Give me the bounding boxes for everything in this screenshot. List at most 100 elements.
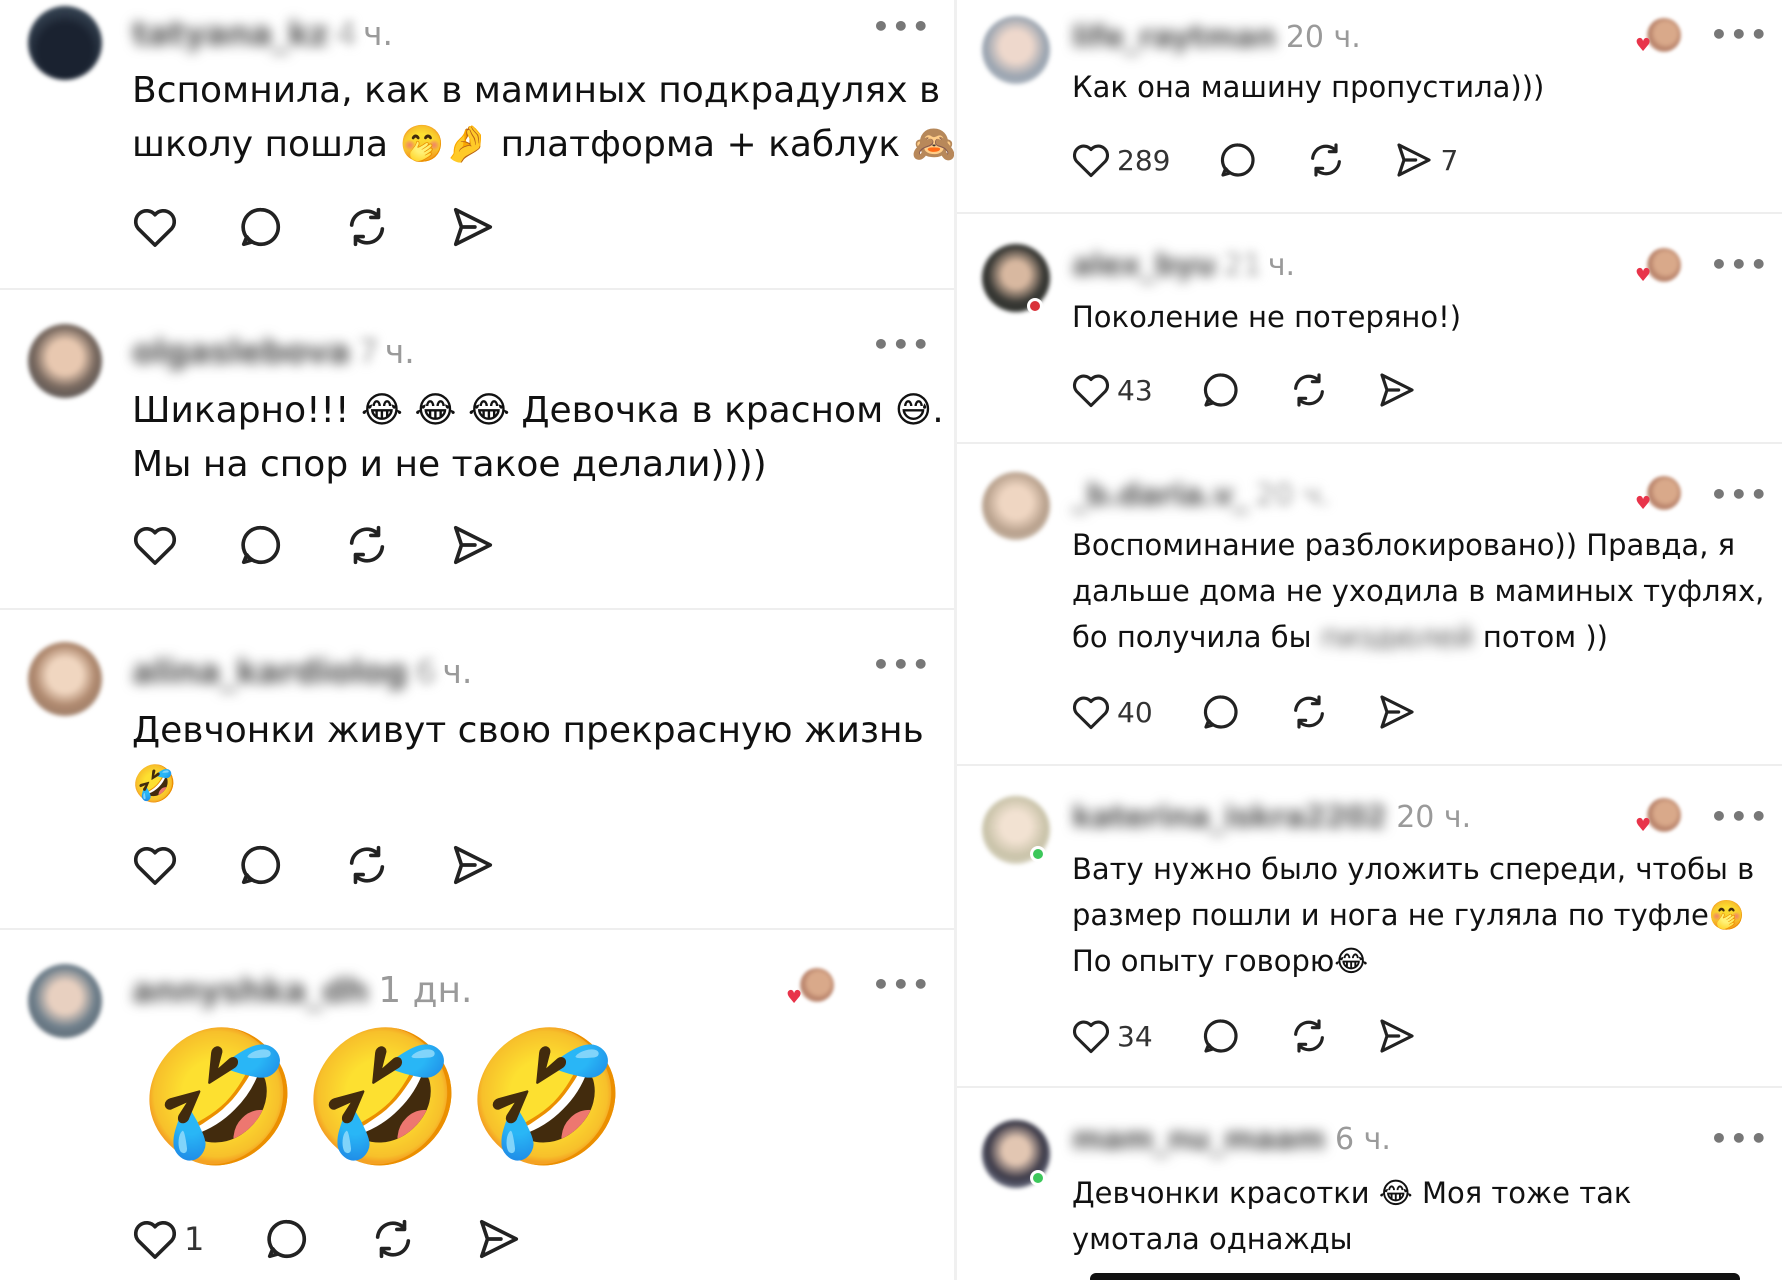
username[interactable]: alina_kardiolog [132, 652, 408, 691]
timestamp: ч. [363, 14, 394, 53]
more-icon[interactable]: ••• [872, 328, 932, 361]
timestamp: 20 ч. [1285, 20, 1361, 55]
action-bar: 1 [132, 1216, 522, 1262]
more-icon[interactable]: ••• [872, 648, 932, 681]
post-meta: olgaslebova 7 ч. [132, 332, 415, 371]
more-icon[interactable]: ••• [872, 10, 932, 43]
more-icon[interactable]: ••• [1710, 1122, 1770, 1155]
username[interactable]: olgaslebova [132, 332, 350, 371]
heart-icon: ♥ [1635, 35, 1652, 56]
action-bar: 40 [1071, 692, 1417, 732]
comment-line: По опыту говорю😂 [1072, 944, 1369, 978]
avatar[interactable] [982, 472, 1050, 540]
comment-line: Девчонки живут свою прекрасную жизнь [132, 710, 924, 751]
comment-icon[interactable] [238, 204, 284, 250]
comment-line-text: бо получила бы [1072, 620, 1312, 654]
username[interactable]: annyshka_dh [132, 971, 369, 1010]
like-count: 1 [184, 1220, 205, 1258]
time-value: 4 [336, 14, 358, 53]
comment-icon[interactable] [1201, 1016, 1241, 1056]
username[interactable]: mam_nu_maam [1072, 1122, 1326, 1157]
comment-line: Вспомнила, как в маминых подкрадулях в [132, 70, 941, 111]
avatar[interactable] [28, 964, 102, 1038]
like-count: 289 [1117, 143, 1171, 177]
comment-icon[interactable] [238, 842, 284, 888]
post-meta: katerina_iskra2202 20 ч. [1072, 800, 1471, 835]
post-meta: alex_byu 21 ч. [1072, 248, 1295, 283]
heart-icon [1072, 1020, 1110, 1054]
send-icon[interactable] [1377, 692, 1417, 732]
send-icon[interactable] [1377, 1016, 1417, 1056]
status-dot [1027, 298, 1043, 314]
left-column: tatyana_kz 4 ч. ••• Вспомнила, как в мам… [0, 0, 954, 1280]
heart-icon[interactable] [132, 206, 178, 248]
comment-post: _b.daria.v_ 20 ч. ♥ ••• Воспоминание раз… [957, 444, 1782, 766]
send-icon [1397, 143, 1432, 177]
like-button[interactable]: 43 [1071, 372, 1153, 408]
more-icon[interactable]: ••• [1710, 18, 1770, 51]
heart-icon[interactable] [132, 524, 178, 566]
repost-icon[interactable] [344, 204, 390, 250]
emoji: 🤣 [138, 1021, 300, 1173]
more-icon[interactable]: ••• [1710, 800, 1770, 833]
comment-post: tatyana_kz 4 ч. ••• Вспомнила, как в мам… [0, 0, 954, 290]
liked-by-avatar [800, 968, 834, 1002]
repost-icon[interactable] [344, 522, 390, 568]
avatar[interactable] [28, 642, 102, 716]
emoji: 🤣 [302, 1021, 464, 1173]
avatar[interactable] [982, 16, 1050, 84]
username[interactable]: life_raytman [1072, 20, 1276, 55]
comment-icon[interactable] [1201, 692, 1241, 732]
repost-icon[interactable] [1289, 1016, 1329, 1056]
timestamp: 20 ч. [1255, 478, 1331, 513]
send-icon[interactable] [476, 1216, 522, 1262]
comment-text: Шикарно!!! 😂 😂 😂 Девочка в красном 😅. Мы… [132, 384, 944, 492]
send-icon[interactable] [450, 204, 496, 250]
comment-text: Вспомнила, как в маминых подкрадулях в ш… [132, 64, 954, 172]
repost-icon[interactable] [1289, 370, 1329, 410]
more-icon[interactable]: ••• [872, 968, 932, 1001]
timestamp: 6 ч. [1335, 1122, 1391, 1157]
comment-icon[interactable] [264, 1216, 310, 1262]
like-button[interactable]: 289 [1071, 142, 1170, 178]
username[interactable]: _b.daria.v_ [1072, 478, 1248, 513]
share-button[interactable]: 7 [1394, 140, 1458, 180]
heart-icon[interactable] [132, 844, 178, 886]
send-icon[interactable] [450, 522, 496, 568]
avatar[interactable] [28, 6, 102, 80]
post-meta: tatyana_kz 4 ч. [132, 14, 393, 53]
censored-word: пиздюлей [1320, 620, 1474, 654]
send-icon[interactable] [1377, 370, 1417, 410]
comment-line: Как она машину пропустила))) [1072, 70, 1545, 104]
like-button[interactable]: 40 [1071, 694, 1153, 730]
comment-icon[interactable] [238, 522, 284, 568]
comment-line: Поколение не потеряно!) [1072, 300, 1462, 334]
comment-text: Девчонки красотки 😂 Моя тоже так умотала… [1072, 1170, 1631, 1262]
heart-icon: ♥ [786, 987, 803, 1008]
more-icon[interactable]: ••• [1710, 248, 1770, 281]
comment-text: Как она машину пропустила))) [1072, 64, 1544, 110]
heart-icon [1072, 374, 1110, 408]
like-button[interactable]: 1 [132, 1218, 204, 1260]
username[interactable]: katerina_iskra2202 [1072, 800, 1387, 835]
comment-post: alina_kardiolog 6 ч. ••• Девчонки живут … [0, 610, 954, 930]
username[interactable]: tatyana_kz [132, 14, 329, 53]
comment-icon[interactable] [1201, 370, 1241, 410]
avatar[interactable] [28, 324, 102, 398]
post-meta: annyshka_dh 1 дн. [132, 970, 472, 1011]
comment-icon[interactable] [1218, 140, 1258, 180]
more-icon[interactable]: ••• [1710, 478, 1770, 511]
action-bar: 34 [1071, 1016, 1417, 1056]
repost-icon[interactable] [1289, 692, 1329, 732]
repost-icon[interactable] [344, 842, 390, 888]
username[interactable]: alex_byu [1072, 248, 1216, 283]
like-count: 40 [1117, 695, 1153, 729]
comment-text: Девчонки живут свою прекрасную жизнь 🤣 [132, 704, 924, 812]
like-button[interactable]: 34 [1071, 1018, 1153, 1054]
action-bar [132, 842, 496, 888]
repost-icon[interactable] [1306, 140, 1346, 180]
send-icon[interactable] [450, 842, 496, 888]
emoji: 🤣 [466, 1021, 628, 1173]
repost-icon[interactable] [370, 1216, 416, 1262]
screenshot: tatyana_kz 4 ч. ••• Вспомнила, как в мам… [0, 0, 1782, 1280]
